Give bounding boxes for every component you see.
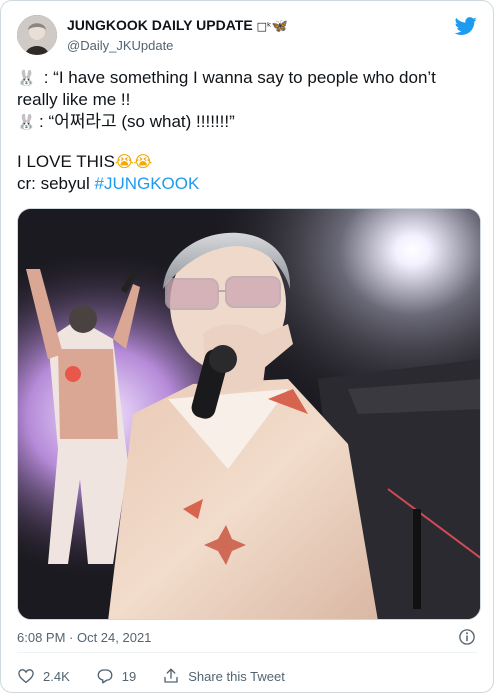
share-button[interactable]: Share this Tweet [162,667,285,685]
tweet-line-3: 🐰: “어쩌라고 (so what) !!!!!!!” [17,111,479,133]
rabbit-face-icon: 🐰 [17,69,36,87]
share-label: Share this Tweet [188,668,285,684]
credit-text: cr: sebyul [17,174,95,193]
info-icon[interactable] [458,628,476,646]
tweet-media-image[interactable] [17,208,481,620]
reply-button[interactable]: 19 [96,667,136,685]
loudly-crying-face-icon: 😭😭 [114,152,153,171]
tweet-timestamp[interactable]: 6:08 PM · Oct 24, 2021 [17,630,151,645]
author-handle[interactable]: @Daily_JKUpdate [67,38,173,53]
hashtag-link[interactable]: #JUNGKOOK [94,174,199,193]
reply-count: 19 [121,668,137,684]
author-name[interactable]: JUNGKOOK DAILY UPDATE □ᵏ🦋 [67,17,288,34]
rabbit-face-icon: 🐰 [17,113,36,131]
tweet-line-1: 🐰 : “I have something I wanna say to peo… [17,67,479,89]
tweet-line-love: I LOVE THIS😭😭 [17,151,479,173]
tweet-line-2: really like me !! [17,90,131,109]
name-emoji-glyph: □ᵏ [256,20,272,33]
heart-icon [18,669,34,684]
tweet-line-3-text: : “어쩌라고 (so what) !!!!!!!” [39,112,235,131]
reply-bubble-icon [97,669,113,684]
like-count: 2.4K [43,668,70,684]
share-upload-icon [164,668,178,683]
tweet-line-credit: cr: sebyul #JUNGKOOK [17,173,479,195]
like-button[interactable]: 2.4K [17,667,70,685]
avatar[interactable] [17,15,57,55]
tweet-card[interactable]: JUNGKOOK DAILY UPDATE □ᵏ🦋 @Daily_JKUpdat… [0,0,494,693]
butterfly-icon: 🦋 [271,19,288,34]
love-text: I LOVE THIS [17,152,115,171]
tweet-actions: 2.4K 19 Share this Tweet [17,664,311,688]
twitter-bird-icon[interactable] [455,15,477,37]
divider [17,652,477,653]
tweet-line-1-text: : “I have something I wanna say to peopl… [39,68,436,87]
author-name-text[interactable]: JUNGKOOK DAILY UPDATE [67,17,253,33]
tweet-text: 🐰 : “I have something I wanna say to peo… [17,67,479,195]
